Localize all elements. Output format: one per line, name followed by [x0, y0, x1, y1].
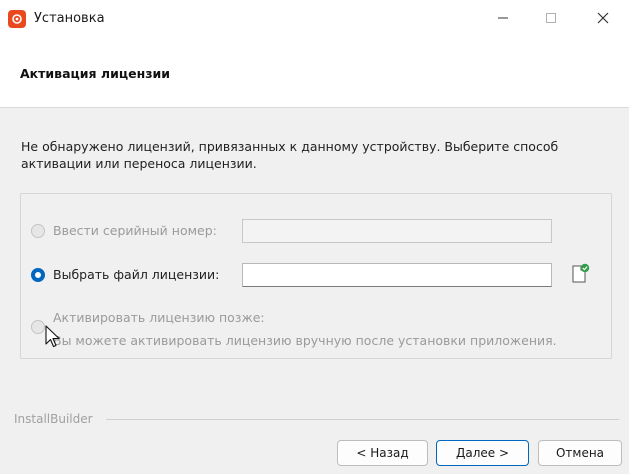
browse-file-icon[interactable] [569, 263, 591, 285]
activate-later-label: Активировать лицензию позже: [53, 310, 265, 325]
main-content: Не обнаружено лицензий, привязанных к да… [0, 109, 629, 409]
license-file-radio[interactable] [31, 268, 45, 282]
close-button[interactable] [580, 0, 626, 36]
description-text: Не обнаружено лицензий, привязанных к да… [21, 139, 559, 171]
serial-label: Ввести серийный номер: [53, 223, 217, 238]
next-button[interactable]: Далее > [436, 440, 529, 466]
window-title: Установка [34, 11, 105, 26]
license-file-field[interactable] [242, 263, 552, 287]
title-bar: Установка [0, 0, 629, 40]
cancel-button[interactable]: Отмена [538, 440, 622, 466]
serial-field[interactable] [242, 219, 552, 243]
close-icon [597, 12, 609, 24]
maximize-button[interactable] [528, 0, 574, 36]
minimize-button[interactable] [480, 0, 526, 36]
mouse-pointer-icon [45, 325, 60, 348]
page-header: Активация лицензии [0, 40, 629, 108]
page-title: Активация лицензии [20, 66, 170, 81]
serial-input[interactable] [243, 220, 551, 242]
installbuilder-brand: InstallBuilder [14, 412, 93, 426]
maximize-icon [546, 13, 556, 23]
license-file-input[interactable] [243, 264, 551, 286]
footer-divider [106, 419, 619, 420]
minimize-icon [498, 17, 508, 19]
license-file-label: Выбрать файл лицензии: [53, 267, 220, 282]
serial-radio[interactable] [31, 224, 45, 238]
activate-later-note: Вы можете активировать лицензию вручную … [53, 333, 557, 348]
app-logo-icon [8, 10, 26, 28]
back-button[interactable]: < Назад [337, 440, 428, 466]
activate-later-radio[interactable] [31, 320, 45, 334]
